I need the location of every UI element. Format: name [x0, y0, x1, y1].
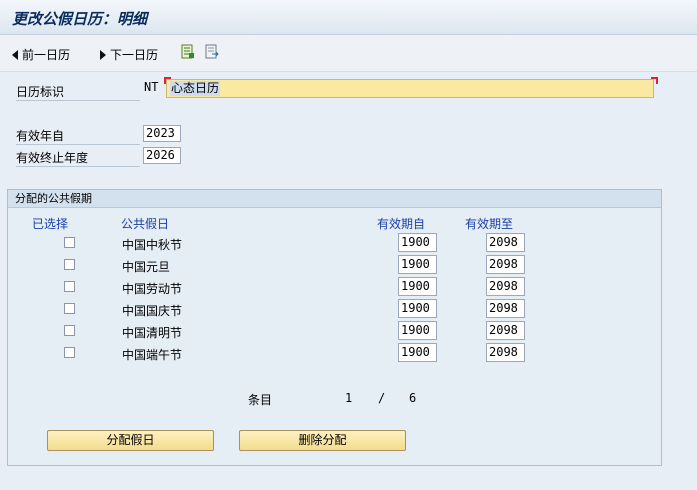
- triangle-right-icon: [100, 49, 106, 60]
- valid-from-cell[interactable]: 1900: [398, 321, 437, 340]
- holiday-name: 中国中秋节: [122, 238, 183, 252]
- paging-total: 6: [409, 391, 417, 405]
- valid-from-cell[interactable]: 1900: [398, 255, 437, 274]
- delete-assignment-button[interactable]: 删除分配: [239, 430, 406, 451]
- valid-to-cell[interactable]: 2098: [486, 299, 525, 318]
- col-header-select: 已选择: [32, 217, 69, 231]
- paging-current: 1: [345, 391, 353, 405]
- group-title: 分配的公共假期: [8, 190, 661, 208]
- valid-from-cell[interactable]: 1900: [398, 277, 437, 296]
- valid-from-cell[interactable]: 1900: [398, 233, 437, 252]
- col-header-holiday: 公共假日: [121, 217, 170, 231]
- holiday-name: 中国清明节: [122, 326, 183, 340]
- valid-to-field[interactable]: 2026: [143, 147, 181, 164]
- holiday-name: 中国国庆节: [122, 304, 183, 318]
- valid-from-field[interactable]: 2023: [143, 125, 181, 142]
- row-checkbox[interactable]: [64, 237, 75, 248]
- row-checkbox[interactable]: [64, 259, 75, 270]
- required-marker-right: [651, 77, 658, 84]
- prev-calendar-label: 前一日历: [22, 48, 71, 62]
- calendar-name-text: 心态日历: [170, 81, 221, 96]
- page-title: 更改公假日历：明细: [12, 10, 148, 28]
- holiday-name: 中国劳动节: [122, 282, 183, 296]
- title-bar: 更改公假日历：明细: [0, 0, 697, 35]
- calendar-id-value: NT: [144, 80, 159, 94]
- holiday-name: 中国元旦: [122, 260, 171, 274]
- paging-label: 条目: [248, 393, 273, 407]
- valid-to-label: 有效终止年度: [16, 149, 140, 167]
- valid-to-cell[interactable]: 2098: [486, 343, 525, 362]
- valid-to-cell[interactable]: 2098: [486, 233, 525, 252]
- row-checkbox[interactable]: [64, 281, 75, 292]
- required-marker-left: [164, 77, 171, 84]
- document-export-icon[interactable]: [205, 44, 219, 59]
- valid-from-cell[interactable]: 1900: [398, 299, 437, 318]
- calendar-name-input[interactable]: 心态日历: [166, 79, 654, 98]
- calendar-id-label: 日历标识: [16, 83, 140, 101]
- paging-separator: /: [378, 391, 386, 405]
- next-calendar-label: 下一日历: [110, 48, 159, 62]
- col-header-to: 有效期至: [465, 217, 514, 231]
- document-green-icon[interactable]: [181, 44, 195, 59]
- valid-to-cell[interactable]: 2098: [486, 255, 525, 274]
- assign-holiday-button[interactable]: 分配假日: [47, 430, 214, 451]
- valid-to-cell[interactable]: 2098: [486, 321, 525, 340]
- assigned-holidays-group: 分配的公共假期: [7, 189, 662, 466]
- row-checkbox[interactable]: [64, 303, 75, 314]
- col-header-from: 有效期自: [377, 217, 426, 231]
- row-checkbox[interactable]: [64, 325, 75, 336]
- next-calendar-button[interactable]: 下一日历: [100, 46, 158, 63]
- valid-from-label: 有效年自: [16, 127, 140, 145]
- prev-calendar-button[interactable]: 前一日历: [12, 46, 70, 63]
- triangle-left-icon: [12, 49, 18, 60]
- row-checkbox[interactable]: [64, 347, 75, 358]
- valid-to-cell[interactable]: 2098: [486, 277, 525, 296]
- holiday-name: 中国端午节: [122, 348, 183, 362]
- valid-from-cell[interactable]: 1900: [398, 343, 437, 362]
